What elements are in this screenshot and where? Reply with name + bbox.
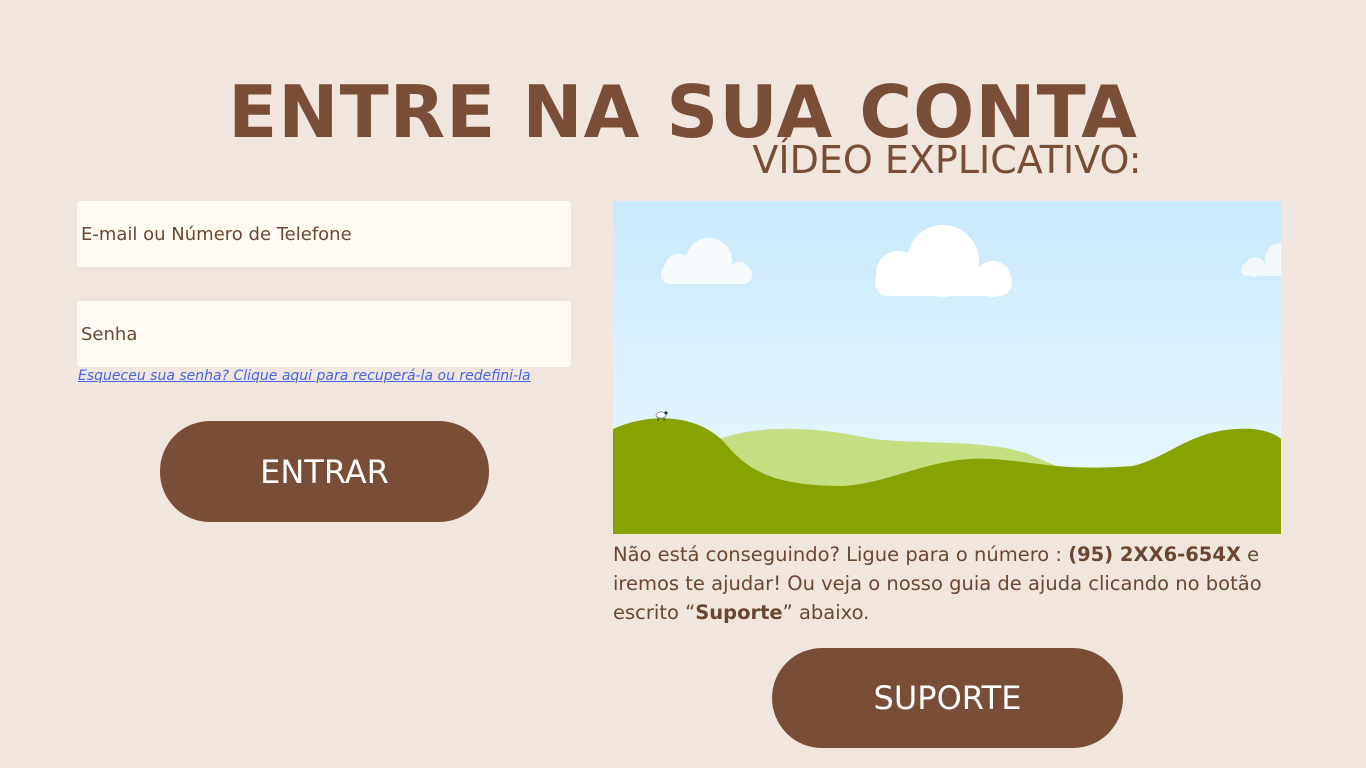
explainer-video[interactable] <box>613 201 1281 534</box>
video-thumbnail-landscape <box>613 201 1281 534</box>
video-heading: VÍDEO EXPLICATIVO: <box>752 138 1142 182</box>
support-phone-number: (95) 2XX6-654X <box>1068 543 1241 566</box>
password-field[interactable] <box>77 301 571 367</box>
email-field[interactable] <box>77 201 571 267</box>
support-button[interactable]: SUPORTE <box>772 648 1123 748</box>
page-title: ENTRE NA SUA CONTA <box>228 70 1138 155</box>
help-text: Não está conseguindo? Ligue para o númer… <box>613 540 1293 627</box>
help-text-part1: Não está conseguindo? Ligue para o númer… <box>613 543 1069 566</box>
help-text-part3: ” abaixo. <box>782 601 870 624</box>
forgot-password-link[interactable]: Esqueceu sua senha? Clique aqui para rec… <box>78 368 531 384</box>
support-word: Suporte <box>695 601 783 624</box>
login-button[interactable]: ENTRAR <box>160 421 489 522</box>
